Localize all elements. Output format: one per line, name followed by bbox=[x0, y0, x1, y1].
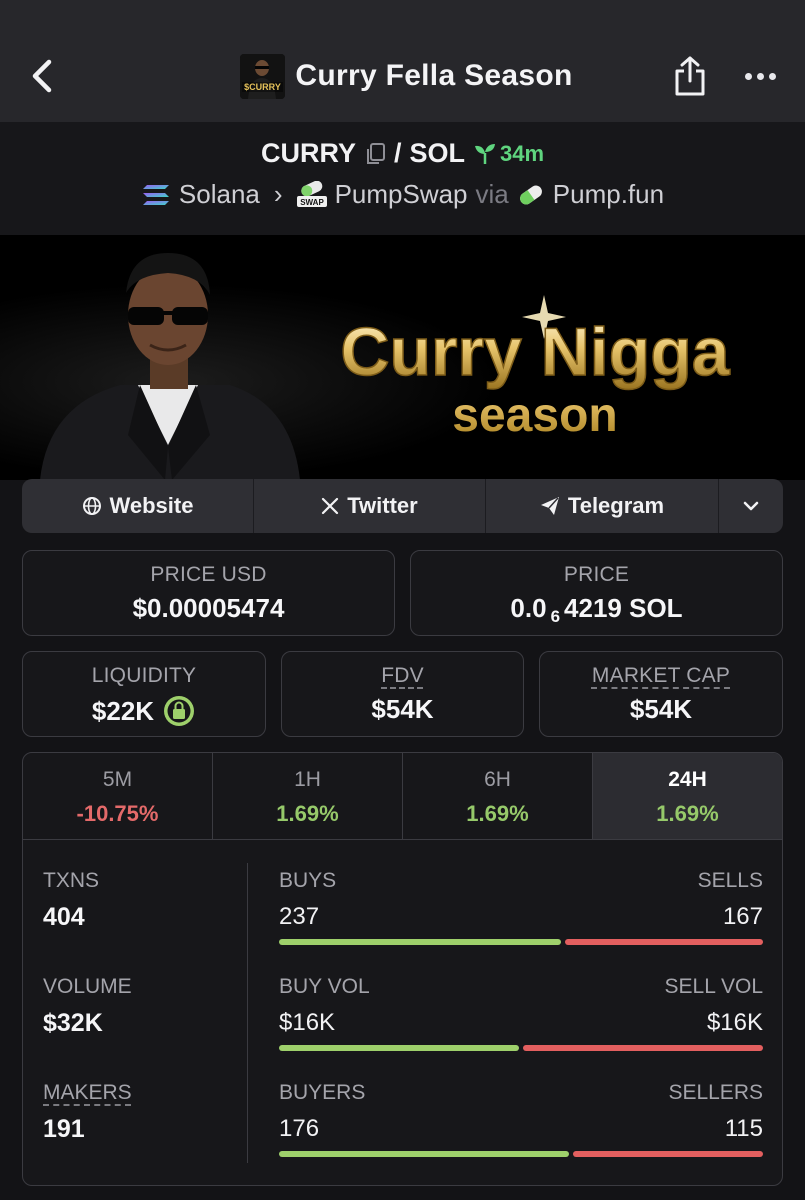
page-title: Curry Fella Season bbox=[295, 59, 573, 92]
change-5m: -10.75% bbox=[76, 801, 159, 826]
pair-age-value: 34m bbox=[500, 140, 545, 166]
change-1h: 1.69% bbox=[276, 801, 339, 826]
txns-stat: TXNS 404 bbox=[43, 869, 100, 931]
price-usd-card: PRICE USD $0.00005474 bbox=[22, 550, 395, 636]
volume-stat: VOLUME $32K bbox=[43, 975, 132, 1037]
pair-separator: / bbox=[393, 138, 402, 168]
more-links-dropdown[interactable] bbox=[719, 479, 783, 533]
chain-link[interactable]: Solana bbox=[179, 179, 260, 210]
fdv-label[interactable]: FDV bbox=[381, 664, 424, 687]
price-usd-label: PRICE USD bbox=[150, 563, 267, 586]
banner-subheadline: season bbox=[452, 389, 617, 442]
share-button[interactable] bbox=[668, 50, 712, 102]
price-native-label: PRICE bbox=[563, 563, 630, 586]
makers-stat: MAKERS 191 bbox=[43, 1081, 132, 1143]
buy-sell-volume-stat: BUY VOL SELL VOL $16K $16K bbox=[279, 975, 763, 1051]
seedling-icon bbox=[475, 143, 495, 164]
via-label: via bbox=[475, 179, 509, 209]
pair-header: CURRY / SOL 34m Solana › SWAP PumpSwap v… bbox=[0, 122, 805, 235]
fdv-card: FDV $54K bbox=[281, 651, 524, 737]
solana-icon bbox=[142, 184, 169, 205]
token-banner: Curry Nigga season bbox=[0, 235, 805, 480]
telegram-icon bbox=[540, 497, 559, 515]
buyers-sellers-bar bbox=[279, 1151, 763, 1157]
tab-5m[interactable]: 5M -10.75% bbox=[23, 753, 213, 839]
copy-icon[interactable] bbox=[364, 142, 386, 166]
pair-route: Solana › SWAP PumpSwap via Pump.fun bbox=[0, 179, 805, 210]
change-6h: 1.69% bbox=[466, 801, 529, 826]
tab-24h[interactable]: 24H 1.69% bbox=[593, 753, 782, 839]
chevron-down-icon bbox=[743, 501, 759, 511]
avatar-image: $CURRY bbox=[240, 53, 286, 99]
top-nav-bar: $CURRY Curry Fella Season bbox=[0, 0, 805, 122]
svg-text:SWAP: SWAP bbox=[300, 198, 324, 207]
tab-1h[interactable]: 1H 1.69% bbox=[213, 753, 403, 839]
price-usd-value: $0.00005474 bbox=[132, 593, 285, 623]
zero-count: 6 bbox=[550, 606, 561, 626]
volume-bar bbox=[279, 1045, 763, 1051]
chevron-right-icon: › bbox=[273, 179, 283, 209]
lock-icon[interactable] bbox=[162, 694, 196, 728]
x-icon bbox=[322, 497, 339, 515]
globe-icon bbox=[82, 497, 101, 515]
pair-symbols: CURRY / SOL 34m bbox=[0, 138, 805, 169]
base-symbol: CURRY bbox=[260, 138, 356, 168]
trading-stats-panel: 5M -10.75% 1H 1.69% 6H 1.69% 24H 1.69% T… bbox=[22, 752, 783, 1186]
timeframe-tabs: 5M -10.75% 1H 1.69% 6H 1.69% 24H 1.69% bbox=[23, 753, 782, 840]
token-avatar: $CURRY bbox=[240, 53, 286, 99]
buyers-sellers-stat: BUYERS SELLERS 176 115 bbox=[279, 1081, 763, 1157]
telegram-label: Telegram bbox=[567, 493, 665, 518]
more-button[interactable] bbox=[738, 60, 782, 92]
banner-headline: Curry Nigga bbox=[340, 314, 730, 390]
tab-6h[interactable]: 6H 1.69% bbox=[403, 753, 593, 839]
launchpad-link[interactable]: Pump.fun bbox=[553, 179, 664, 210]
liquidity-card: LIQUIDITY $22K bbox=[22, 651, 266, 737]
pill-icon bbox=[519, 185, 542, 204]
website-button[interactable]: Website bbox=[22, 479, 254, 533]
twitter-button[interactable]: Twitter bbox=[254, 479, 486, 533]
svg-text:$CURRY: $CURRY bbox=[245, 82, 282, 92]
buys-sells-stat: BUYS SELLS 237 167 bbox=[279, 869, 763, 945]
more-icon bbox=[744, 72, 752, 80]
telegram-button[interactable]: Telegram bbox=[486, 479, 719, 533]
market-cap-value: $54K bbox=[629, 694, 693, 724]
pumpswap-icon: SWAP bbox=[296, 180, 327, 207]
change-24h: 1.69% bbox=[656, 801, 719, 826]
pair-age: 34m bbox=[473, 141, 544, 167]
share-icon bbox=[675, 56, 705, 96]
market-cap-card: MARKET CAP $54K bbox=[539, 651, 783, 737]
website-label: Website bbox=[109, 493, 194, 518]
column-divider bbox=[247, 863, 248, 1163]
social-links-bar: Website Twitter Telegram bbox=[22, 479, 783, 533]
dex-link[interactable]: PumpSwap bbox=[335, 179, 468, 210]
quote-symbol: SOL bbox=[409, 138, 465, 168]
twitter-label: Twitter bbox=[347, 493, 418, 518]
price-native-card: PRICE 0.0 6 4219 SOL bbox=[410, 550, 783, 636]
price-native-value: 0.0 6 4219 SOL bbox=[510, 593, 683, 626]
liquidity-value: $22K bbox=[23, 694, 265, 728]
makers-label[interactable]: MAKERS bbox=[43, 1081, 132, 1105]
banner-image: Curry Nigga season bbox=[0, 235, 805, 480]
buys-sells-bar bbox=[279, 939, 763, 945]
fdv-value: $54K bbox=[371, 694, 434, 724]
market-cap-label[interactable]: MARKET CAP bbox=[592, 664, 730, 687]
liquidity-label: LIQUIDITY bbox=[91, 664, 197, 687]
